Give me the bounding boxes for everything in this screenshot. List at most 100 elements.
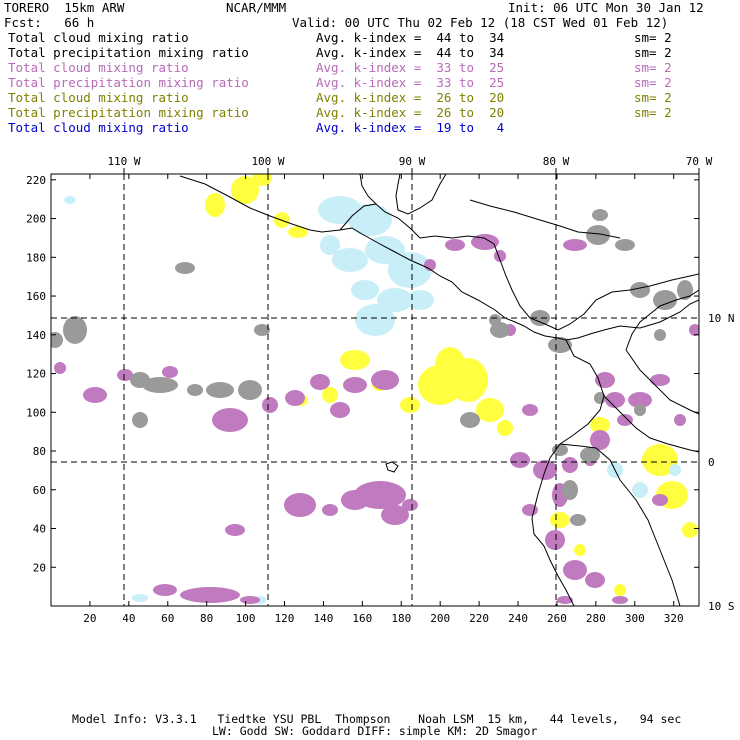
precip-patch [460, 412, 480, 428]
precip-patch [262, 397, 278, 413]
precip-patch [400, 397, 420, 413]
precip-patch [522, 404, 538, 416]
precip-patch [142, 377, 178, 393]
precip-patch [489, 314, 501, 326]
precip-patch [650, 374, 670, 386]
precip-patch [340, 350, 370, 370]
x-tick-label: 80 [200, 612, 213, 625]
x-tick-label: 280 [586, 612, 606, 625]
precip-patch [132, 412, 148, 428]
x-tick-label: 120 [275, 612, 295, 625]
precip-patch [284, 493, 316, 517]
precip-patch [510, 452, 530, 468]
y-tick-label: 180 [26, 251, 46, 264]
y-tick-label: 80 [33, 445, 46, 458]
precip-patch [310, 374, 330, 390]
precip-patch [175, 262, 195, 274]
precip-patch [674, 414, 686, 426]
precip-patch [615, 239, 635, 251]
precip-patch [552, 444, 568, 456]
precip-patch [682, 522, 698, 538]
precip-patch [388, 252, 432, 288]
longitude-label: 100 W [251, 155, 284, 168]
precip-patch [355, 304, 395, 336]
precip-patch [64, 196, 76, 204]
precip-patch [54, 362, 66, 374]
x-tick-label: 300 [625, 612, 645, 625]
precip-patch [63, 316, 87, 344]
precip-patch [574, 544, 586, 556]
precip-patch [240, 596, 260, 604]
latitude-labels: 10 N 0 10 S [708, 312, 735, 613]
x-tick-label: 220 [469, 612, 489, 625]
x-tick-label: 140 [313, 612, 333, 625]
precip-patch [406, 290, 434, 310]
latitude-label: 0 [708, 456, 715, 469]
precip-patch [153, 584, 177, 596]
precip-patch [652, 494, 668, 506]
precip-patch [212, 408, 248, 432]
latitude-label: 10 S [708, 600, 735, 613]
precip-patch [563, 239, 587, 251]
precip-patch [445, 239, 465, 251]
x-tick-label: 60 [161, 612, 174, 625]
precip-patch [322, 504, 338, 516]
precip-patch [206, 382, 234, 398]
x-tick-label: 240 [508, 612, 528, 625]
precip-patch [285, 390, 305, 406]
precip-patch [634, 404, 646, 416]
precip-patch [371, 370, 399, 390]
weather-map: 20 40 60 80 100 120 140 160 180 200 220 240 260 280 30… [26, 155, 735, 625]
precip-patch [570, 514, 586, 526]
precip-patch [252, 174, 272, 186]
precip-patch [590, 430, 610, 450]
precip-patch [187, 384, 203, 396]
precip-patch [562, 457, 578, 473]
precip-patch [617, 414, 633, 426]
precip-patch [612, 596, 628, 604]
y-tick-label: 120 [26, 368, 46, 381]
y-tick-label: 220 [26, 174, 46, 187]
x-tick-label: 260 [547, 612, 567, 625]
precip-patch [205, 193, 225, 217]
y-tick-label: 40 [33, 523, 46, 536]
precip-patch [497, 420, 513, 436]
precip-patch [630, 282, 650, 298]
y-tick-label: 200 [26, 213, 46, 226]
y-tick-label: 20 [33, 561, 46, 574]
y-tick-label: 100 [26, 406, 46, 419]
precip-patch [343, 377, 367, 393]
longitude-label: 80 W [543, 155, 570, 168]
precip-patch [225, 524, 245, 536]
longitude-label: 90 W [399, 155, 426, 168]
x-tick-label: 40 [122, 612, 135, 625]
precip-patch [83, 387, 107, 403]
precip-patch [288, 226, 308, 238]
x-tick-label: 160 [352, 612, 372, 625]
precip-patch [341, 490, 369, 510]
precip-patch [594, 392, 606, 404]
y-tick-label: 60 [33, 484, 46, 497]
precip-patch [562, 480, 578, 500]
precip-patch [563, 560, 587, 580]
precip-patch [595, 372, 615, 388]
precip-patch [632, 482, 648, 498]
precip-patch [550, 512, 570, 528]
precip-patch [592, 209, 608, 221]
latitude-label: 10 N [708, 312, 735, 325]
precip-patch [585, 572, 605, 588]
x-tick-label: 180 [391, 612, 411, 625]
precip-patch [448, 358, 488, 402]
precip-patch [614, 584, 626, 596]
longitude-labels: 110 W 100 W 90 W 80 W 70 W [107, 155, 713, 174]
precip-patch [654, 329, 666, 341]
precip-patch [320, 235, 340, 255]
model-physics: LW: Godd SW: Goddard DIFF: simple KM: 2D… [212, 724, 538, 738]
precip-patch [522, 504, 538, 516]
precip-patch [162, 366, 178, 378]
precip-patch [180, 587, 240, 603]
precip-patch [545, 530, 565, 550]
x-tick-label: 100 [236, 612, 256, 625]
precip-patch [322, 387, 338, 403]
precip-patch [402, 499, 418, 511]
